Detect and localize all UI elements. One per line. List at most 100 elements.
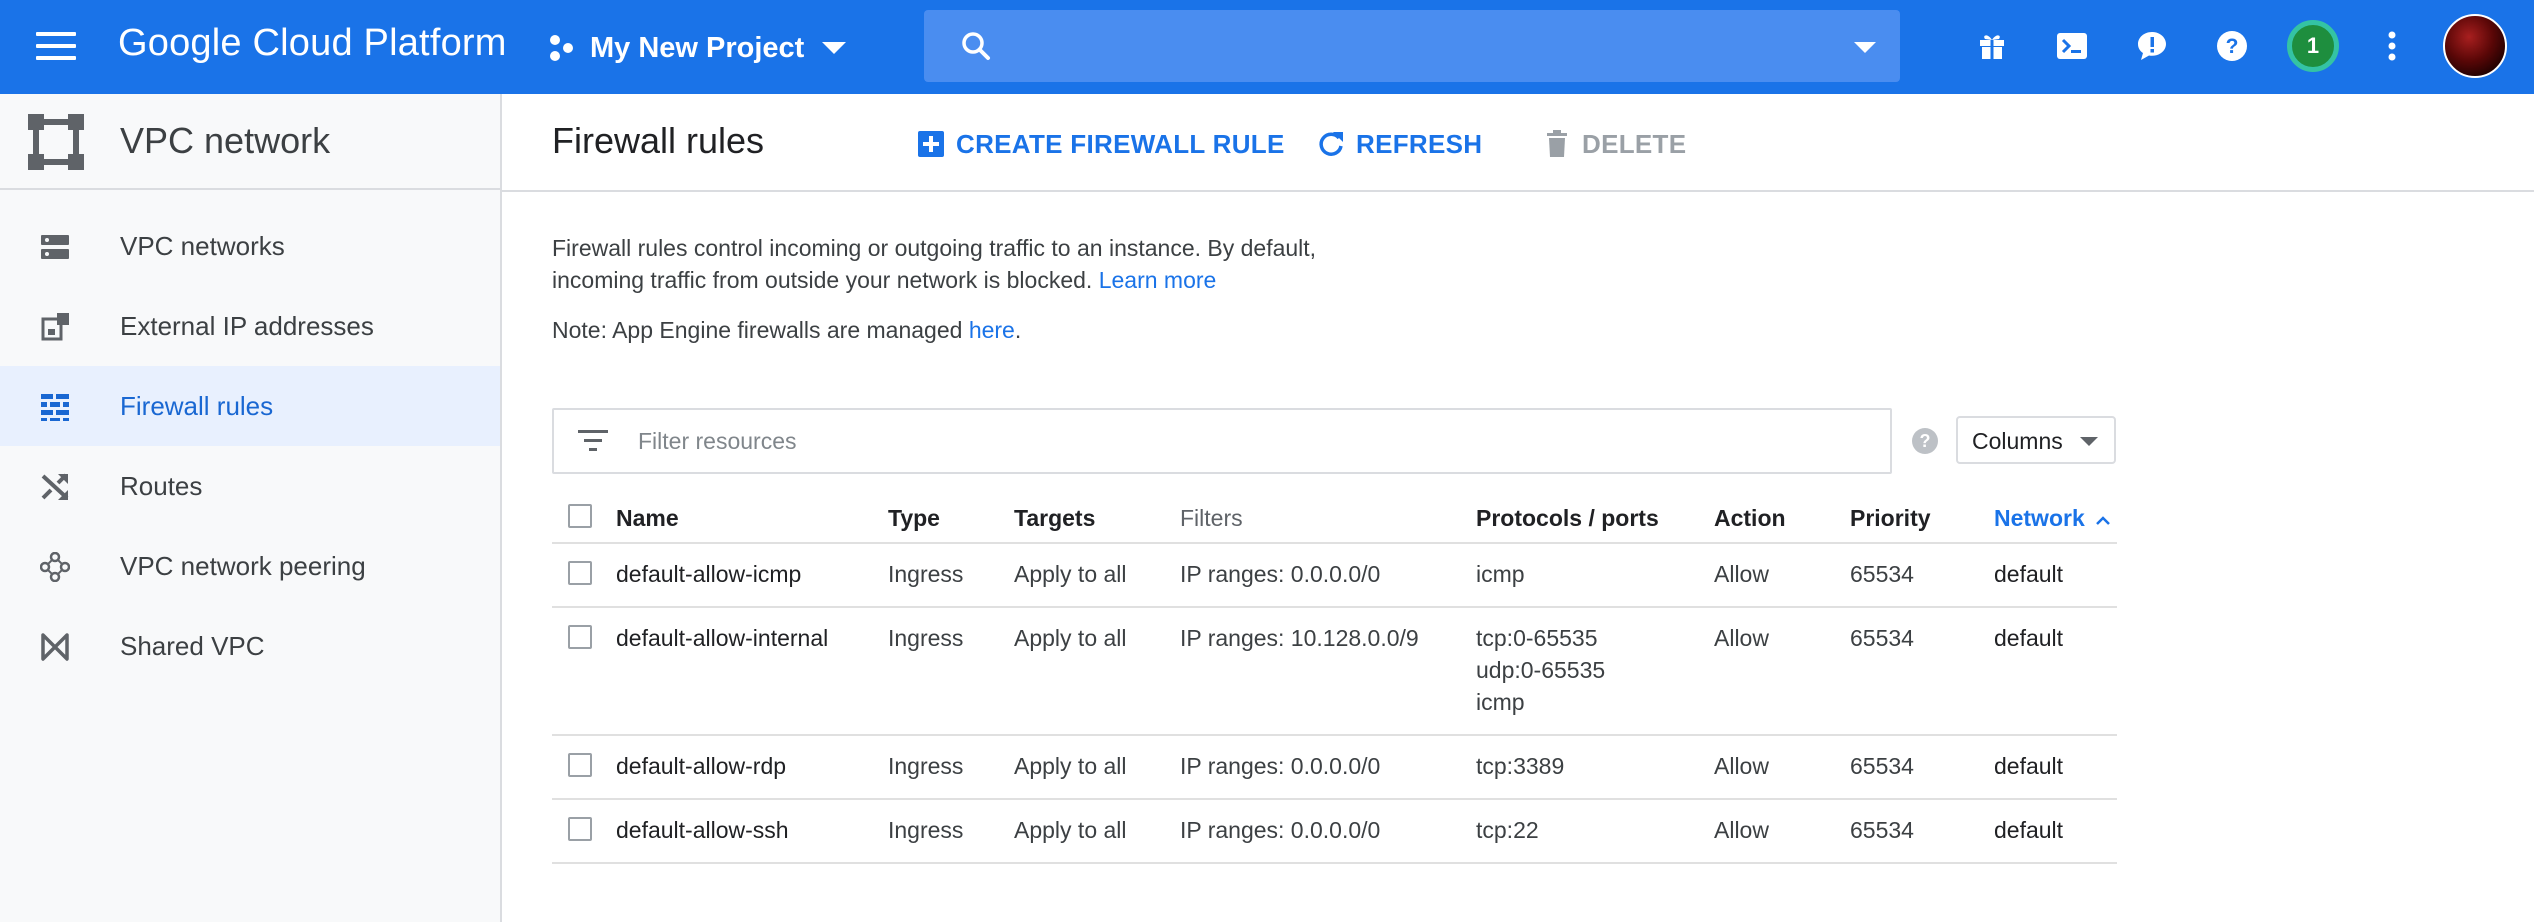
rule-network[interactable]: default xyxy=(1994,622,2063,654)
filter-help-icon[interactable]: ? xyxy=(1912,428,1938,454)
more-vert-icon[interactable] xyxy=(2372,26,2412,66)
columns-label: Columns xyxy=(1972,428,2063,454)
top-app-bar: Google Cloud Platform My New Project ? 1 xyxy=(0,0,2534,94)
rule-protocols: tcp:22 xyxy=(1476,814,1539,846)
project-icon xyxy=(550,35,573,61)
row-checkbox[interactable] xyxy=(568,817,592,841)
note-text: Note: App Engine firewalls are managed xyxy=(552,317,963,343)
rule-name[interactable]: default-allow-icmp xyxy=(616,558,801,590)
filter-list-icon xyxy=(578,430,608,451)
column-header-name[interactable]: Name xyxy=(616,502,679,534)
sidebar-item-vpc-networks[interactable]: VPC networks xyxy=(0,206,500,286)
column-header-targets[interactable]: Targets xyxy=(1014,502,1095,534)
sidebar-title: VPC network xyxy=(120,120,331,161)
vpc-network-logo-icon xyxy=(28,114,84,170)
refresh-button[interactable]: REFRESH xyxy=(1316,126,1482,162)
rule-priority: 65534 xyxy=(1850,561,1914,587)
rule-filters: IP ranges: 0.0.0.0/0 xyxy=(1180,753,1381,779)
create-firewall-rule-button[interactable]: CREATE FIREWALL RULE xyxy=(916,126,1285,162)
column-header-filters: Filters xyxy=(1180,505,1243,531)
rule-protocols: icmp xyxy=(1476,558,1525,590)
row-checkbox[interactable] xyxy=(568,561,592,585)
search-input[interactable] xyxy=(924,10,1900,82)
table-row[interactable]: default-allow-ssh Ingress Apply to all I… xyxy=(552,800,2117,864)
sidebar: VPC network VPC networks External IP add… xyxy=(0,94,502,922)
rule-protocols: tcp:0-65535 udp:0-65535 icmp xyxy=(1476,622,1605,718)
delete-button[interactable]: DELETE xyxy=(1542,126,1686,162)
learn-more-link[interactable]: Learn more xyxy=(1099,267,1217,293)
external-ip-icon xyxy=(38,310,72,344)
hamburger-menu-icon[interactable] xyxy=(36,30,76,62)
column-header-network-label: Network xyxy=(1994,505,2085,531)
note-suffix: . xyxy=(1014,317,1022,343)
rule-action: Allow xyxy=(1714,817,1769,843)
columns-dropdown[interactable]: Columns xyxy=(1956,416,2116,464)
rule-name[interactable]: default-allow-rdp xyxy=(616,750,786,782)
notifications-badge[interactable]: 1 xyxy=(2287,20,2339,72)
help-icon[interactable]: ? xyxy=(2212,26,2252,66)
sidebar-item-shared-vpc[interactable]: Shared VPC xyxy=(0,606,500,686)
sidebar-header: VPC network xyxy=(0,94,500,190)
sidebar-item-routes[interactable]: Routes xyxy=(0,446,500,526)
protocol-entry: tcp:0-65535 xyxy=(1476,625,1598,651)
rule-action: Allow xyxy=(1714,625,1769,651)
search-icon xyxy=(962,32,990,60)
rule-targets: Apply to all xyxy=(1014,753,1127,779)
sidebar-item-vpc-network-peering[interactable]: VPC network peering xyxy=(0,526,500,606)
sidebar-item-label: Routes xyxy=(120,470,203,501)
sidebar-item-label: VPC network peering xyxy=(120,550,366,581)
table-header-row: Name Type Targets Filters Protocols / po… xyxy=(552,488,2117,544)
column-header-action[interactable]: Action xyxy=(1714,502,1786,534)
table-row[interactable]: default-allow-icmp Ingress Apply to all … xyxy=(552,544,2117,608)
product-brand[interactable]: Google Cloud Platform xyxy=(118,22,507,65)
chevron-down-icon xyxy=(2080,437,2098,446)
protocol-entry: tcp:3389 xyxy=(1476,753,1565,779)
rule-action: Allow xyxy=(1714,561,1769,587)
svg-text:?: ? xyxy=(2226,35,2239,58)
sort-ascending-icon xyxy=(2095,516,2110,525)
row-checkbox[interactable] xyxy=(568,625,592,649)
filter-bar[interactable] xyxy=(552,408,1892,474)
add-box-icon xyxy=(916,129,946,159)
column-header-network[interactable]: Network xyxy=(1994,502,2111,534)
sidebar-item-label: Firewall rules xyxy=(120,390,274,421)
sidebar-item-firewall-rules[interactable]: Firewall rules xyxy=(0,366,500,446)
here-link[interactable]: here xyxy=(969,317,1015,343)
protocol-entry: icmp xyxy=(1476,561,1525,587)
sidebar-item-label: Shared VPC xyxy=(120,630,265,661)
firewall-rules-table: Name Type Targets Filters Protocols / po… xyxy=(552,488,2117,864)
project-name: My New Project xyxy=(590,31,805,64)
table-row[interactable]: default-allow-rdp Ingress Apply to all I… xyxy=(552,736,2117,800)
cloud-shell-icon[interactable] xyxy=(2052,26,2092,66)
sidebar-item-external-ip-addresses[interactable]: External IP addresses xyxy=(0,286,500,366)
rule-targets: Apply to all xyxy=(1014,817,1127,843)
create-firewall-rule-label: CREATE FIREWALL RULE xyxy=(956,128,1285,159)
select-all-checkbox[interactable] xyxy=(568,504,592,528)
protocol-entry: udp:0-65535 xyxy=(1476,657,1606,683)
sidebar-item-label: External IP addresses xyxy=(120,310,374,341)
gift-icon[interactable] xyxy=(1972,26,2012,66)
row-checkbox[interactable] xyxy=(568,753,592,777)
feedback-icon[interactable] xyxy=(2132,26,2172,66)
rule-name[interactable]: default-allow-internal xyxy=(616,622,828,654)
column-header-priority[interactable]: Priority xyxy=(1850,502,1931,534)
protocol-entry: icmp xyxy=(1476,689,1525,715)
rule-network[interactable]: default xyxy=(1994,750,2063,782)
rule-network[interactable]: default xyxy=(1994,558,2063,590)
sidebar-item-label: VPC networks xyxy=(120,230,285,261)
account-avatar[interactable] xyxy=(2443,14,2507,78)
rule-filters: IP ranges: 0.0.0.0/0 xyxy=(1180,817,1381,843)
rule-priority: 65534 xyxy=(1850,817,1914,843)
column-header-type[interactable]: Type xyxy=(888,502,940,534)
search-dropdown-icon[interactable] xyxy=(1854,42,1876,53)
rule-name[interactable]: default-allow-ssh xyxy=(616,814,789,846)
firewall-icon xyxy=(38,390,72,424)
project-picker[interactable]: My New Project xyxy=(546,22,847,74)
filter-resources-input[interactable] xyxy=(638,420,1838,462)
column-header-protocols[interactable]: Protocols / ports xyxy=(1476,502,1659,534)
table-row[interactable]: default-allow-internal Ingress Apply to … xyxy=(552,608,2117,736)
peering-icon xyxy=(38,550,72,584)
rule-targets: Apply to all xyxy=(1014,561,1127,587)
rule-filters: IP ranges: 0.0.0.0/0 xyxy=(1180,561,1381,587)
rule-network[interactable]: default xyxy=(1994,814,2063,846)
